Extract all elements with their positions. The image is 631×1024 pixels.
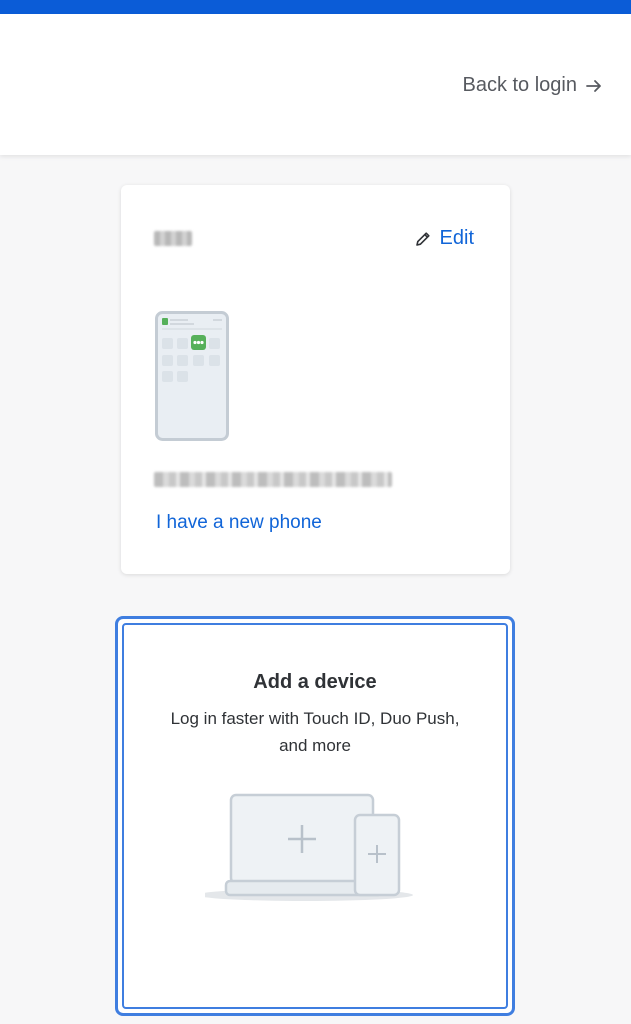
edit-label: Edit	[439, 227, 474, 249]
device-model-redacted	[154, 472, 392, 487]
edit-device-button[interactable]: Edit	[414, 227, 474, 250]
device-name-redacted	[154, 231, 192, 246]
devices-illustration	[205, 793, 413, 901]
add-device-subtitle: Log in faster with Touch ID, Duo Push, a…	[170, 709, 460, 755]
pencil-icon	[415, 231, 430, 246]
phone-illustration	[155, 311, 229, 441]
add-device-title: Add a device	[253, 671, 377, 693]
new-phone-link[interactable]: I have a new phone	[156, 512, 322, 534]
device-card: Edit I have a new phone	[121, 185, 510, 574]
add-device-card[interactable]: Add a device Log in faster with Touch ID…	[115, 616, 515, 1016]
top-accent-bar	[0, 0, 631, 14]
header: Back to login	[0, 14, 631, 155]
back-to-login-label: Back to login	[462, 74, 577, 96]
arrow-right-icon	[586, 79, 601, 92]
back-to-login-link[interactable]: Back to login	[462, 74, 603, 97]
